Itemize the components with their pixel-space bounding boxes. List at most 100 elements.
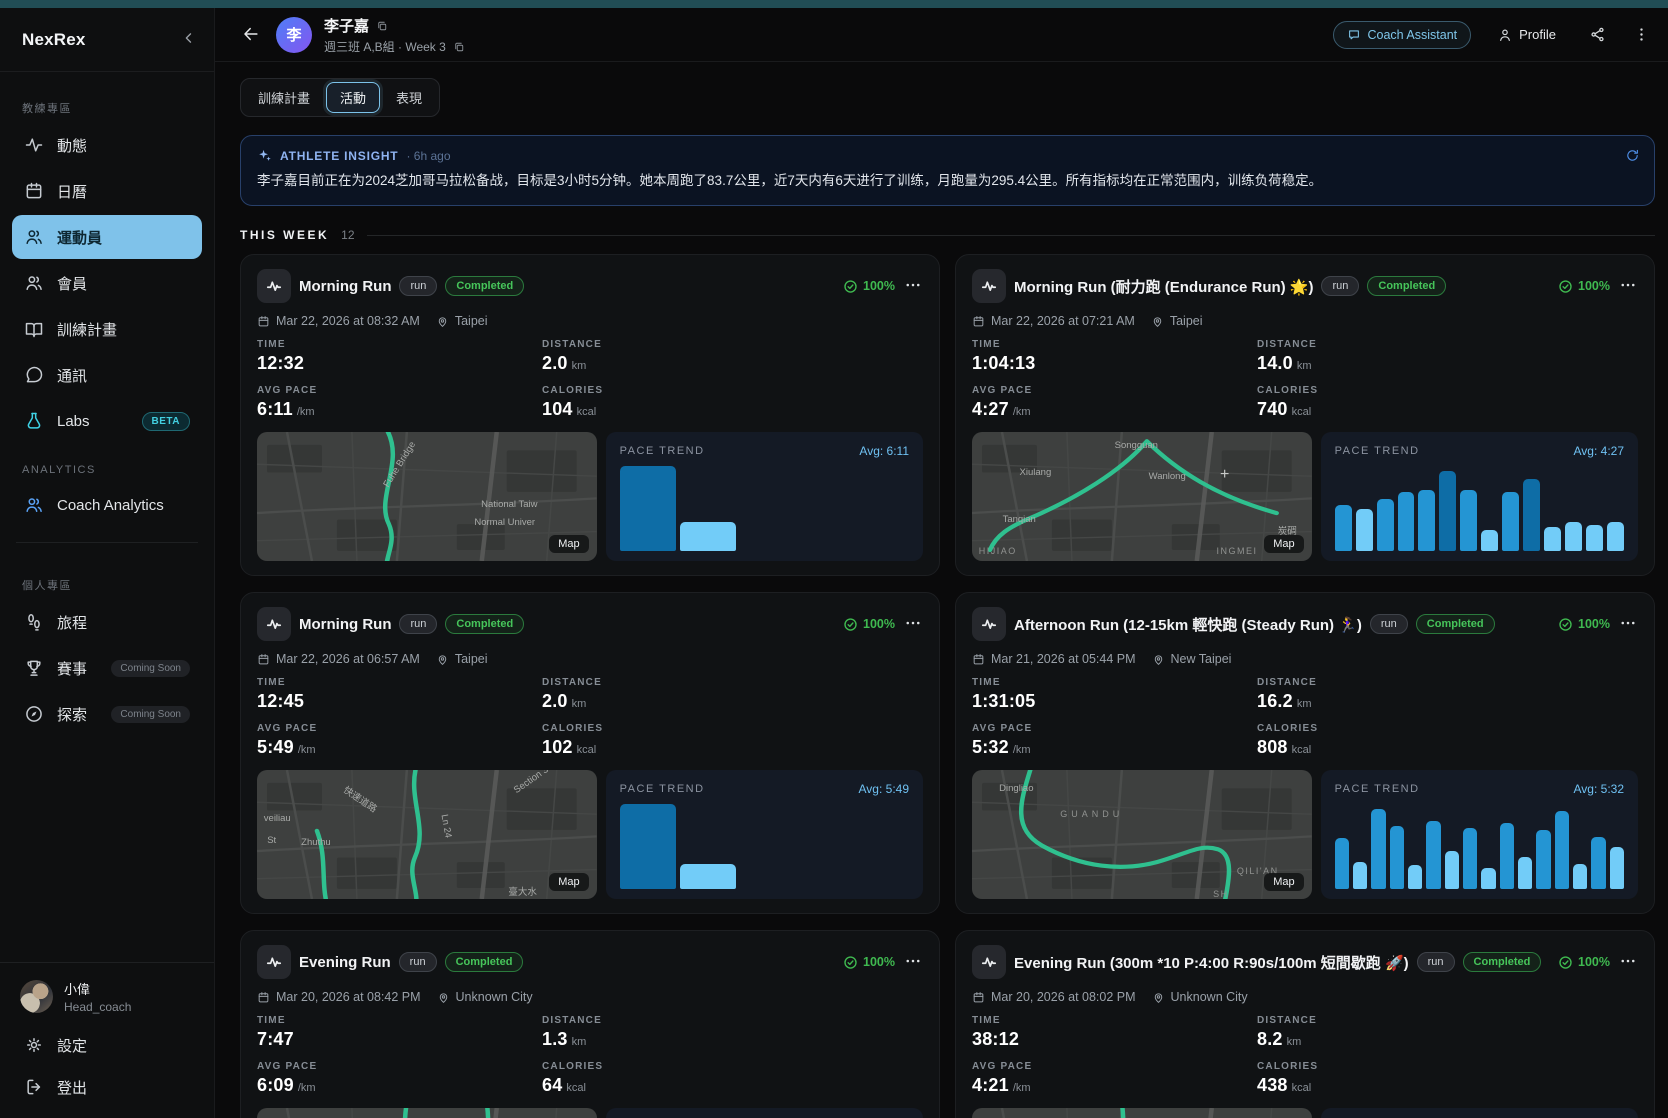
copy-icon[interactable] xyxy=(376,19,388,31)
route-map-thumbnail[interactable]: 快速道路Section 3veiliauStZhuthuLn 24臺大水Map xyxy=(257,770,597,899)
sidebar-item-members[interactable]: 會員 xyxy=(12,261,202,305)
sidebar-item-logout[interactable]: 登出 xyxy=(12,1066,202,1108)
sidebar-item-athletes[interactable]: 運動員 xyxy=(12,215,202,259)
stat-pace-unit: /km xyxy=(298,744,316,756)
stat-pace-unit: /km xyxy=(297,406,315,418)
route-map-thumbnail[interactable]: DingliaoGUANDUQILI'ANSHMap xyxy=(972,770,1312,899)
sidebar-collapse-button[interactable] xyxy=(178,29,200,51)
back-button[interactable] xyxy=(240,24,262,46)
pace-bar xyxy=(680,522,736,552)
activity-type-badge: run xyxy=(1370,614,1408,634)
map-graphic xyxy=(257,432,597,561)
pace-trend-chart: PACE TREND Avg: 6:09 xyxy=(606,1108,923,1118)
sidebar-item-training-plans[interactable]: 訓練計畫 xyxy=(12,307,202,351)
refresh-insight-button[interactable] xyxy=(1625,148,1640,163)
map-place-label: National Taiw xyxy=(481,499,537,510)
insight-timestamp: · 6h ago xyxy=(406,149,450,163)
pace-bar xyxy=(1460,490,1477,551)
pace-bar xyxy=(1518,857,1532,889)
stat-time-label: TIME xyxy=(257,339,542,350)
activity-title: Morning Run (耐力跑 (Endurance Run) 🌟) xyxy=(1014,276,1313,297)
tabs-row: 訓練計畫活動表現 xyxy=(215,62,1668,117)
tab-activities[interactable]: 活動 xyxy=(326,82,380,113)
content-scroll-area[interactable]: ATHLETE INSIGHT · 6h ago 李子嘉目前正在为2024芝加哥… xyxy=(215,117,1668,1118)
pace-bars xyxy=(620,804,909,889)
route-map-thumbnail[interactable]: Fuhe BridgeNational TaiwNormal UniverMap xyxy=(257,432,597,561)
copy-icon[interactable] xyxy=(453,40,465,52)
footprints-icon xyxy=(24,612,44,632)
activity-stats: TIME12:45 DISTANCE2.0km AVG PACE5:49/km … xyxy=(257,677,923,758)
sidebar-item-events[interactable]: 賽事 Coming Soon xyxy=(12,646,202,690)
pace-bar xyxy=(1610,847,1624,890)
map-place-label: St xyxy=(267,835,276,846)
stat-calories-unit: kcal xyxy=(566,1082,586,1094)
sidebar-item-coach-analytics[interactable]: Coach Analytics xyxy=(12,483,202,527)
card-menu-button[interactable] xyxy=(903,614,923,634)
activity-date: Mar 21, 2026 at 05:44 PM xyxy=(991,652,1136,666)
beta-badge: BETA xyxy=(142,412,190,431)
pace-trend-chart: PACE TREND Avg: 4:27 xyxy=(1321,432,1638,561)
stat-distance-value: 1.3 xyxy=(542,1029,568,1049)
share-button[interactable] xyxy=(1588,26,1606,44)
section-divider xyxy=(367,235,1655,236)
pace-bar xyxy=(1463,828,1477,889)
sidebar-item-labs[interactable]: Labs BETA xyxy=(12,399,202,443)
stat-calories-unit: kcal xyxy=(1292,744,1312,756)
pace-bar xyxy=(1523,479,1540,551)
coach-assistant-button[interactable]: Coach Assistant xyxy=(1333,21,1472,49)
status-badge: Completed xyxy=(445,276,524,296)
pace-trend-label: PACE TREND xyxy=(620,445,705,457)
ellipsis-icon xyxy=(904,614,922,632)
route-map-thumbnail[interactable]: Map xyxy=(972,1108,1312,1118)
card-menu-button[interactable] xyxy=(903,276,923,296)
pace-trend-label: PACE TREND xyxy=(1335,445,1420,457)
route-map-thumbnail[interactable]: Map xyxy=(257,1108,597,1118)
activity-location: Taipei xyxy=(1170,314,1203,328)
pace-bar xyxy=(680,864,736,890)
more-options-button[interactable] xyxy=(1632,26,1650,44)
tab-performance[interactable]: 表現 xyxy=(382,82,436,113)
completion-indicator: 100% xyxy=(1550,279,1610,294)
map-place-label: 臺大水 xyxy=(508,884,537,898)
person-icon xyxy=(1497,27,1513,43)
pace-bar xyxy=(620,466,676,551)
activity-stats: TIME1:31:05 DISTANCE16.2km AVG PACE5:32/… xyxy=(972,677,1638,758)
user-profile[interactable]: 小偉 Head_coach xyxy=(12,975,202,1024)
pace-bar xyxy=(1377,499,1394,552)
sidebar-item-journey[interactable]: 旅程 xyxy=(12,600,202,644)
location-pin-icon xyxy=(437,991,450,1004)
pace-trend-chart: PACE TREND Avg: 5:32 xyxy=(1321,770,1638,899)
sidebar-item-calendar[interactable]: 日曆 xyxy=(12,169,202,213)
route-map-thumbnail[interactable]: SongguanXiulangWanlongTanqianHIJIAOINGME… xyxy=(972,432,1312,561)
map-place-label: Tanqian xyxy=(1003,514,1036,525)
stat-calories-unit: kcal xyxy=(1292,406,1312,418)
tab-training-plan[interactable]: 訓練計畫 xyxy=(244,82,324,113)
card-menu-button[interactable] xyxy=(1618,952,1638,972)
completion-indicator: 100% xyxy=(1550,955,1610,970)
profile-button[interactable]: Profile xyxy=(1497,27,1556,43)
stat-distance-value: 14.0 xyxy=(1257,353,1293,373)
chevron-left-icon xyxy=(180,29,198,47)
pace-bar xyxy=(1408,865,1422,889)
athlete-name: 李子嘉 xyxy=(324,15,369,36)
pace-bar xyxy=(1445,851,1459,889)
sidebar-item-settings[interactable]: 設定 xyxy=(12,1024,202,1066)
sidebar-item-activity-feed[interactable]: 動態 xyxy=(12,123,202,167)
stat-calories-value: 102 xyxy=(542,737,573,757)
card-menu-button[interactable] xyxy=(1618,276,1638,296)
ellipsis-icon xyxy=(904,952,922,970)
sidebar-section-label: ANALYTICS xyxy=(22,464,214,476)
activity-title: Evening Run (300m *10 P:4:00 R:90s/100m … xyxy=(1014,952,1409,973)
stat-calories-unit: kcal xyxy=(577,406,597,418)
calendar-icon xyxy=(972,315,985,328)
stat-time-label: TIME xyxy=(972,1015,1257,1026)
pace-bar xyxy=(1591,837,1605,890)
stat-pace-label: AVG PACE xyxy=(257,1061,542,1072)
pace-trend-label: PACE TREND xyxy=(620,783,705,795)
sidebar-item-explore[interactable]: 探索 Coming Soon xyxy=(12,692,202,736)
activity-pulse-icon xyxy=(972,945,1006,979)
map-place-label: Wanlong xyxy=(1149,471,1186,482)
card-menu-button[interactable] xyxy=(1618,614,1638,634)
sidebar-item-messages[interactable]: 通訊 xyxy=(12,353,202,397)
card-menu-button[interactable] xyxy=(903,952,923,972)
